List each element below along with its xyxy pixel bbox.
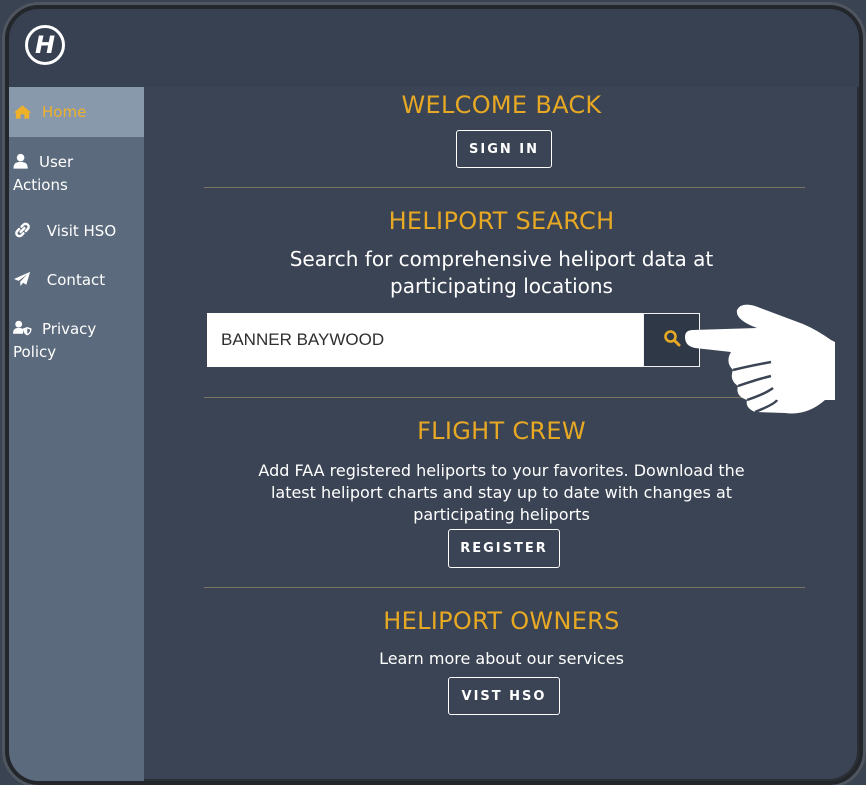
search-icon — [663, 329, 681, 351]
paper-plane-icon — [13, 271, 33, 287]
register-button[interactable]: REGISTER — [448, 529, 560, 568]
sidebar-item-label: Visit HSO — [46, 222, 117, 240]
top-bar: H — [9, 9, 859, 87]
sidebar-item-label: Contact — [46, 271, 106, 289]
sidebar-item-home[interactable]: Home — [9, 87, 144, 137]
search-input[interactable] — [207, 313, 643, 367]
divider — [204, 187, 805, 188]
owners-description: Learn more about our services — [379, 649, 624, 668]
search-description: Search for comprehensive heliport data a… — [144, 246, 859, 300]
link-icon — [13, 222, 33, 238]
user-icon — [13, 153, 33, 169]
sidebar-item-label: Home — [42, 102, 87, 121]
flight-crew-title: FLIGHT CREW — [417, 417, 586, 445]
user-shield-icon — [13, 320, 33, 336]
welcome-title: WELCOME BACK — [401, 91, 602, 119]
divider — [204, 587, 805, 588]
flight-crew-description: Add FAA registered heliports to your fav… — [144, 460, 859, 526]
pointing-hand-icon — [685, 304, 836, 418]
logo[interactable]: H — [25, 25, 65, 65]
search-bar — [207, 313, 700, 367]
heliport-search-title: HELIPORT SEARCH — [388, 207, 615, 235]
search-description-line-1: Search for comprehensive heliport data a… — [289, 247, 714, 271]
flight-crew-line-3: participating heliports — [413, 505, 590, 524]
search-description-line-2: participating locations — [390, 274, 613, 298]
sidebar-item-contact[interactable]: Contact — [9, 269, 144, 292]
logo-letter: H — [34, 30, 56, 59]
heliport-owners-title: HELIPORT OWNERS — [383, 607, 620, 635]
sidebar-item-user-actions[interactable]: User Actions — [9, 151, 144, 197]
sidebar-item-privacy-policy[interactable]: Privacy Policy — [9, 318, 144, 364]
visit-hso-button[interactable]: VIST HSO — [448, 677, 560, 715]
flight-crew-line-2: latest heliport charts and stay up to da… — [270, 483, 733, 502]
sidebar-item-visit-hso[interactable]: Visit HSO — [9, 220, 144, 243]
home-icon — [13, 104, 33, 120]
sidebar: Home User Actions Visit HSO Contact Priv… — [9, 87, 144, 781]
sign-in-button[interactable]: SIGN IN — [456, 130, 552, 168]
flight-crew-line-1: Add FAA registered heliports to your fav… — [258, 461, 745, 480]
main-content: WELCOME BACK SIGN IN HELIPORT SEARCH Sea… — [144, 87, 859, 781]
